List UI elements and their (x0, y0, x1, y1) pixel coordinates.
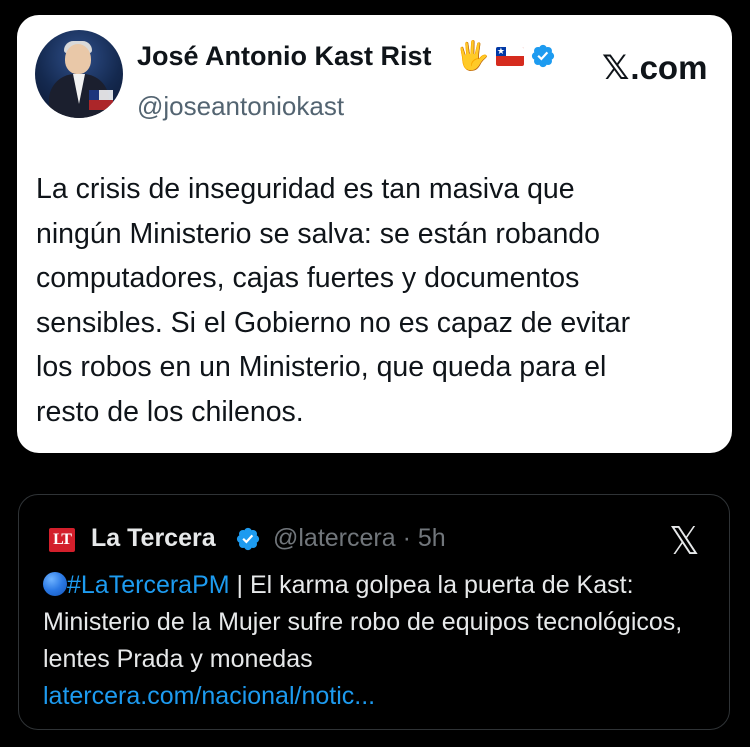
chile-flag-icon: ★ (495, 46, 524, 66)
x-logo-icon: 𝕏 (602, 48, 630, 88)
la-tercera-logo-icon: LT (49, 528, 75, 552)
site-label: .com (630, 49, 708, 86)
quoted-text: #LaTerceraPM | El karma golpea la puerta… (43, 567, 703, 715)
raised-hand-icon: 🖐️ (455, 40, 490, 71)
tweet-text: La crisis de inseguridad es tan masiva q… (36, 173, 631, 428)
verified-badge-icon (236, 527, 260, 551)
quoted-tweet[interactable]: LT La Tercera @latercera · 5h 𝕏 #LaTerce… (18, 494, 730, 730)
hashtag-link[interactable]: #LaTerceraPM (67, 571, 230, 599)
verified-badge-icon (531, 44, 554, 68)
author-handle[interactable]: @joseantoniokast (137, 91, 344, 122)
avatar[interactable] (35, 30, 123, 118)
quoted-author-name[interactable]: La Tercera (91, 524, 216, 553)
tweet-card: José Antonio Kast Rist 🖐️ ★ 𝕏 .com @jose… (17, 15, 732, 453)
author-emojis: 🖐️ ★ (455, 39, 556, 73)
quoted-handle-time[interactable]: @latercera · 5h (273, 524, 446, 553)
author-name[interactable]: José Antonio Kast Rist (137, 41, 432, 72)
article-link[interactable]: latercera.com/nacional/notic... (43, 678, 703, 715)
x-logo-icon: 𝕏 (669, 519, 700, 563)
x-com-label: 𝕏 .com (602, 48, 707, 88)
blue-circle-icon (43, 572, 67, 596)
